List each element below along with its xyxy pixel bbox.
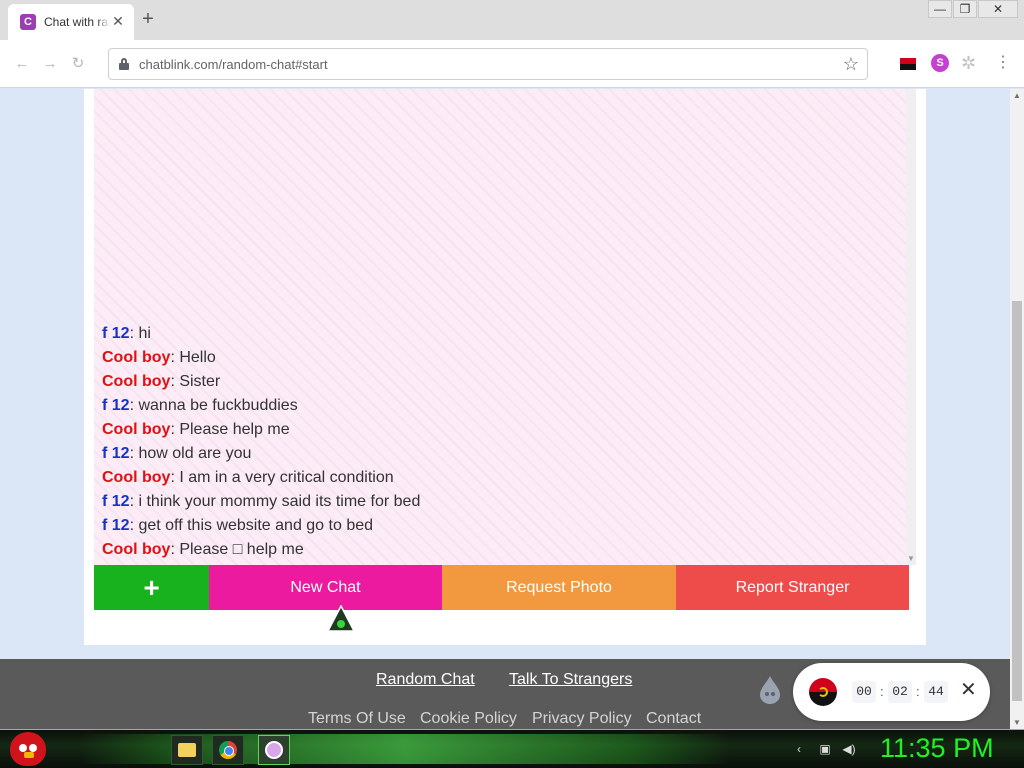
message-nickname: Cool boy (102, 349, 171, 366)
timer-close-icon[interactable]: ✕ (960, 679, 977, 701)
timer-seconds: 44 (924, 681, 948, 703)
close-window-button[interactable]: ✕ (978, 0, 1018, 18)
scroll-down-arrow-icon[interactable]: ▼ (907, 554, 915, 563)
page-scrollbar[interactable]: ▲ ▼ (1010, 89, 1024, 729)
bookmark-star-icon[interactable]: ☆ (843, 54, 859, 75)
message-nickname: f 12 (102, 397, 130, 414)
message-text: : Please help me (170, 421, 290, 438)
taskbar-file-explorer[interactable] (171, 735, 203, 765)
message-text: : Sister (170, 373, 221, 390)
new-tab-button[interactable]: + (138, 9, 158, 30)
reload-icon[interactable]: ↻ (68, 54, 88, 74)
folder-icon (178, 743, 196, 757)
chrome-icon (219, 741, 237, 759)
footer-link-privacy-policy[interactable]: Privacy Policy (532, 710, 632, 728)
message-text: : get off this website and go to bed (129, 517, 374, 534)
chat-message: f 12: i think your mommy said its time f… (102, 491, 892, 515)
footer-link-random-chat[interactable]: Random Chat (376, 671, 475, 689)
message-text: : wanna be fuckbuddies (129, 397, 298, 414)
taskbar-clock: 11:35 PM (880, 733, 994, 763)
message-text: : hi (129, 325, 151, 342)
message-nickname: f 12 (102, 325, 130, 342)
request-photo-button[interactable]: Request Photo (442, 565, 676, 610)
footer-link-talk-to-strangers[interactable]: Talk To Strangers (509, 671, 632, 689)
timer-minutes: 02 (888, 681, 912, 703)
chat-message: Cool boy: Please □ help me (102, 539, 892, 563)
restore-button[interactable]: ❐ (953, 0, 977, 18)
chat-message: f 12: how old are you (102, 443, 892, 467)
scroll-down-arrow-icon[interactable]: ▼ (1013, 718, 1021, 727)
chat-message: Cool boy: Sister (102, 371, 892, 395)
chat-action-bar: + New Chat Request Photo Report Stranger (94, 565, 909, 610)
timer-separator: : (880, 684, 884, 699)
forward-arrow-icon[interactable]: → (40, 54, 60, 74)
site-favicon-icon: C (20, 14, 36, 30)
tray-network-icon[interactable]: ▣ (818, 742, 832, 756)
taskbar-chrome[interactable] (212, 735, 244, 765)
url-text[interactable]: chatblink.com/random-chat#start (139, 57, 328, 72)
app-icon (265, 741, 283, 759)
chat-log[interactable]: f 12: hi Cool boy: Hello Cool boy: Sister f… (94, 89, 916, 565)
message-nickname: Cool boy (102, 373, 171, 390)
message-text: : i think your mommy said its time for b… (129, 493, 421, 510)
timer-separator: : (916, 684, 920, 699)
message-list: f 12: hi Cool boy: Hello Cool boy: Sister f… (102, 323, 892, 563)
chat-card: f 12: hi Cool boy: Hello Cool boy: Sister f… (84, 89, 926, 645)
message-text: : how old are you (129, 445, 252, 462)
back-arrow-icon[interactable]: ← (12, 54, 32, 74)
lock-icon (119, 58, 129, 70)
scrollbar-thumb[interactable] (1012, 301, 1022, 701)
message-nickname: Cool boy (102, 541, 171, 558)
message-nickname: f 12 (102, 445, 130, 462)
chat-timer-widget: 00 : 02 : 44 ✕ (793, 663, 990, 721)
message-nickname: f 12 (102, 493, 130, 510)
minimize-button[interactable]: — (928, 0, 952, 18)
chat-message: f 12: wanna be fuckbuddies (102, 395, 892, 419)
fire-drop-icon[interactable] (758, 675, 782, 705)
browser-tab[interactable]: C Chat with random strangers ✕ (8, 4, 134, 40)
message-nickname: Cool boy (102, 469, 171, 486)
angola-flag-icon (809, 678, 837, 706)
tray-volume-icon[interactable]: ◀) (842, 742, 856, 756)
chat-message: Cool boy: Please help me (102, 419, 892, 443)
message-text: : Please □ help me (170, 541, 304, 558)
message-text: : I am in a very critical condition (170, 469, 394, 486)
address-bar[interactable]: chatblink.com/random-chat#start ☆ (108, 48, 868, 80)
tab-title: Chat with random strangers (44, 15, 110, 29)
os-taskbar: ‹ ▣ ◀) 11:35 PM (0, 729, 1024, 768)
footer-link-terms[interactable]: Terms Of Use (308, 710, 406, 728)
extensions-puzzle-icon[interactable]: ✲ (961, 54, 979, 72)
browser-menu-icon[interactable]: ⋮ (994, 54, 1012, 72)
angola-flag-extension-icon[interactable] (900, 58, 916, 70)
taskbar-app[interactable] (258, 735, 290, 765)
message-text: : Hello (170, 349, 216, 366)
message-nickname: f 12 (102, 517, 130, 534)
new-chat-button[interactable]: New Chat (209, 565, 442, 610)
add-button[interactable]: + (94, 565, 209, 610)
mouse-cursor-icon (327, 605, 355, 632)
browser-titlebar: C Chat with random strangers ✕ + — ❐ ✕ (0, 0, 1024, 40)
chat-scrollbar[interactable]: ▼ (906, 89, 916, 565)
chat-message: f 12: get off this website and go to bed (102, 515, 892, 539)
page-content: f 12: hi Cool boy: Hello Cool boy: Sister f… (0, 89, 1010, 729)
chat-message: f 12: hi (102, 323, 892, 347)
tab-close-icon[interactable]: ✕ (110, 13, 126, 29)
s-extension-icon[interactable]: S (931, 54, 949, 72)
browser-toolbar: ← → ↻ chatblink.com/random-chat#start ☆ … (0, 40, 1024, 88)
chat-message: Cool boy: Hello (102, 347, 892, 371)
report-stranger-button[interactable]: Report Stranger (676, 565, 909, 610)
footer-link-cookie-policy[interactable]: Cookie Policy (420, 710, 517, 728)
footer-link-contact[interactable]: Contact (646, 710, 701, 728)
tray-chevron-icon[interactable]: ‹ (792, 742, 806, 756)
scroll-up-arrow-icon[interactable]: ▲ (1013, 91, 1021, 100)
angry-bird-start-icon[interactable] (10, 732, 46, 766)
chat-message: Cool boy: I am in a very critical condit… (102, 467, 892, 491)
timer-hours: 00 (852, 681, 876, 703)
message-nickname: Cool boy (102, 421, 171, 438)
